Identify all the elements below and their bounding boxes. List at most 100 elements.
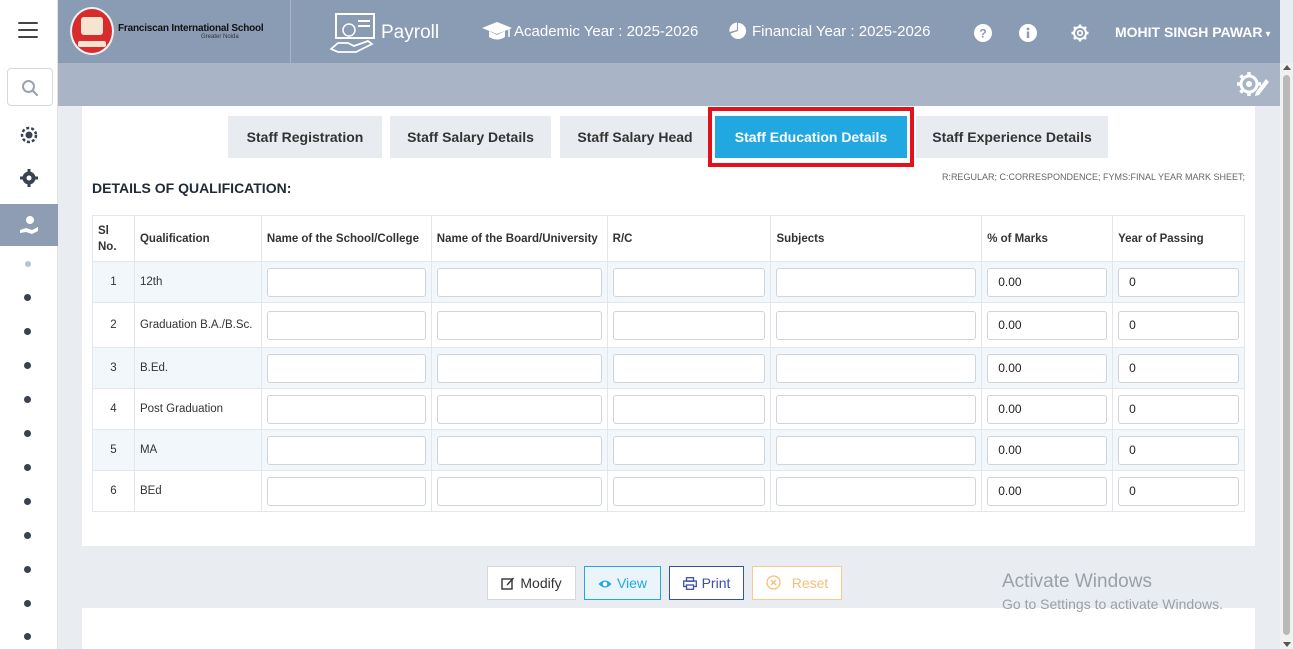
- board-university-input[interactable]: [436, 353, 602, 383]
- year-of-passing-input[interactable]: [1118, 394, 1239, 424]
- tab-staff-registration[interactable]: Staff Registration: [228, 116, 382, 158]
- subjects-input[interactable]: [776, 435, 977, 465]
- scroll-down-icon[interactable]: [1283, 642, 1291, 647]
- sidebar-submenu-dot[interactable]: [24, 464, 31, 471]
- school-college-input[interactable]: [266, 435, 426, 465]
- year-of-passing-input[interactable]: [1118, 476, 1239, 506]
- graduation-cap-icon: [482, 22, 512, 40]
- sub-header-bar: [58, 63, 1280, 106]
- board-university-input[interactable]: [436, 267, 602, 297]
- payroll-hand-icon: [20, 216, 38, 234]
- sidebar-search-button[interactable]: [7, 68, 53, 106]
- header-rc: R/C: [606, 215, 772, 262]
- module-title: Payroll: [381, 22, 440, 43]
- rc-input[interactable]: [612, 310, 766, 340]
- subjects-input[interactable]: [776, 476, 977, 506]
- help-icon[interactable]: ?: [974, 24, 992, 42]
- tab-staff-salary-head[interactable]: Staff Salary Head: [560, 116, 710, 158]
- header-sl-no: Sl No.: [92, 215, 135, 262]
- sidebar-item-payroll[interactable]: [0, 204, 58, 246]
- print-button[interactable]: Print: [669, 566, 744, 600]
- rc-input[interactable]: [612, 353, 766, 383]
- year-of-passing-input[interactable]: [1118, 267, 1239, 297]
- modify-button[interactable]: Modify: [487, 566, 576, 600]
- sidebar-submenu-dot[interactable]: [24, 328, 31, 335]
- qualification-cell: BEd: [133, 470, 262, 512]
- caret-down-icon: ▾: [1265, 29, 1271, 40]
- view-button[interactable]: View: [584, 566, 661, 600]
- header-subjects: Subjects: [770, 215, 983, 262]
- pie-chart-icon: [729, 22, 747, 39]
- rc-input[interactable]: [612, 394, 766, 424]
- year-of-passing-input[interactable]: [1118, 310, 1239, 340]
- page-scrollbar[interactable]: [1280, 63, 1293, 649]
- marks-input[interactable]: [987, 310, 1108, 340]
- rc-input[interactable]: [612, 267, 766, 297]
- board-university-input[interactable]: [436, 476, 602, 506]
- school-college-input[interactable]: [266, 353, 426, 383]
- board-university-input[interactable]: [436, 435, 602, 465]
- tab-staff-salary-details[interactable]: Staff Salary Details: [390, 116, 551, 158]
- table-row: 4 Post Graduation: [92, 388, 1245, 430]
- sl-cell: 5: [92, 429, 135, 471]
- sidebar-submenu-dot[interactable]: [24, 600, 31, 607]
- rc-input[interactable]: [612, 476, 766, 506]
- school-logo-area[interactable]: Franciscan International School Greater …: [58, 0, 291, 63]
- board-university-input[interactable]: [436, 310, 602, 340]
- marks-input[interactable]: [987, 435, 1108, 465]
- info-icon[interactable]: [1019, 24, 1037, 42]
- user-menu[interactable]: MOHIT SINGH PAWAR ▾: [1115, 24, 1271, 40]
- board-university-input[interactable]: [436, 394, 602, 424]
- rc-input[interactable]: [612, 435, 766, 465]
- marks-input[interactable]: [987, 394, 1108, 424]
- sidebar-submenu-dot[interactable]: [24, 430, 31, 437]
- subjects-input[interactable]: [776, 353, 977, 383]
- scroll-up-icon[interactable]: [1283, 65, 1291, 70]
- subjects-input[interactable]: [776, 310, 977, 340]
- sidebar-submenu-dot[interactable]: [25, 261, 31, 267]
- header-qualification: Qualification: [133, 215, 262, 262]
- sidebar-submenu-dot[interactable]: [24, 566, 31, 573]
- sidebar-submenu-dot[interactable]: [24, 396, 31, 403]
- year-of-passing-input[interactable]: [1118, 435, 1239, 465]
- sidebar-submenu-dot[interactable]: [24, 498, 31, 505]
- gear-icon[interactable]: [1071, 24, 1089, 42]
- qualification-cell: Post Graduation: [133, 388, 262, 430]
- hamburger-menu-icon[interactable]: [18, 22, 38, 38]
- financial-year-label: Financial Year : 2025-2026: [752, 23, 931, 40]
- qualification-cell: B.Ed.: [133, 347, 262, 389]
- view-label: View: [616, 575, 648, 591]
- year-of-passing-input[interactable]: [1118, 353, 1239, 383]
- school-college-input[interactable]: [266, 267, 426, 297]
- eye-icon: [598, 580, 612, 588]
- settings-edit-icon[interactable]: [1236, 70, 1270, 98]
- school-name: Franciscan International School: [118, 23, 264, 34]
- header-board-university: Name of the Board/University: [430, 215, 608, 262]
- sidebar-submenu-dot[interactable]: [24, 294, 31, 301]
- tab-staff-experience-details[interactable]: Staff Experience Details: [916, 116, 1108, 158]
- subjects-input[interactable]: [776, 267, 977, 297]
- active-tab-highlight: [708, 107, 914, 167]
- marks-input[interactable]: [987, 267, 1108, 297]
- scrollbar-thumb[interactable]: [1283, 75, 1290, 635]
- school-logo: [70, 7, 114, 55]
- table-row: 1 12th: [92, 261, 1245, 303]
- school-college-input[interactable]: [266, 476, 426, 506]
- top-header: Franciscan International School Greater …: [58, 0, 1280, 63]
- qualification-cell: Graduation B.A./B.Sc.: [133, 302, 262, 348]
- sl-cell: 4: [92, 388, 135, 430]
- marks-input[interactable]: [987, 353, 1108, 383]
- school-college-input[interactable]: [266, 394, 426, 424]
- reset-button[interactable]: Reset: [752, 566, 842, 600]
- sidebar-submenu-dot[interactable]: [24, 532, 31, 539]
- dashboard-gear-icon[interactable]: [18, 124, 40, 146]
- sidebar-submenu-dot[interactable]: [24, 633, 31, 640]
- school-college-input[interactable]: [266, 310, 426, 340]
- settings-icon[interactable]: [18, 167, 40, 189]
- subjects-input[interactable]: [776, 394, 977, 424]
- marks-input[interactable]: [987, 476, 1108, 506]
- abbreviation-legend: R:REGULAR; C:CORRESPONDENCE; FYMS:FINAL …: [941, 172, 1245, 182]
- sidebar-submenu-dot[interactable]: [24, 362, 31, 369]
- table-row: 6 BEd: [92, 470, 1245, 512]
- qualification-table: Sl No. Qualification Name of the School/…: [92, 215, 1245, 512]
